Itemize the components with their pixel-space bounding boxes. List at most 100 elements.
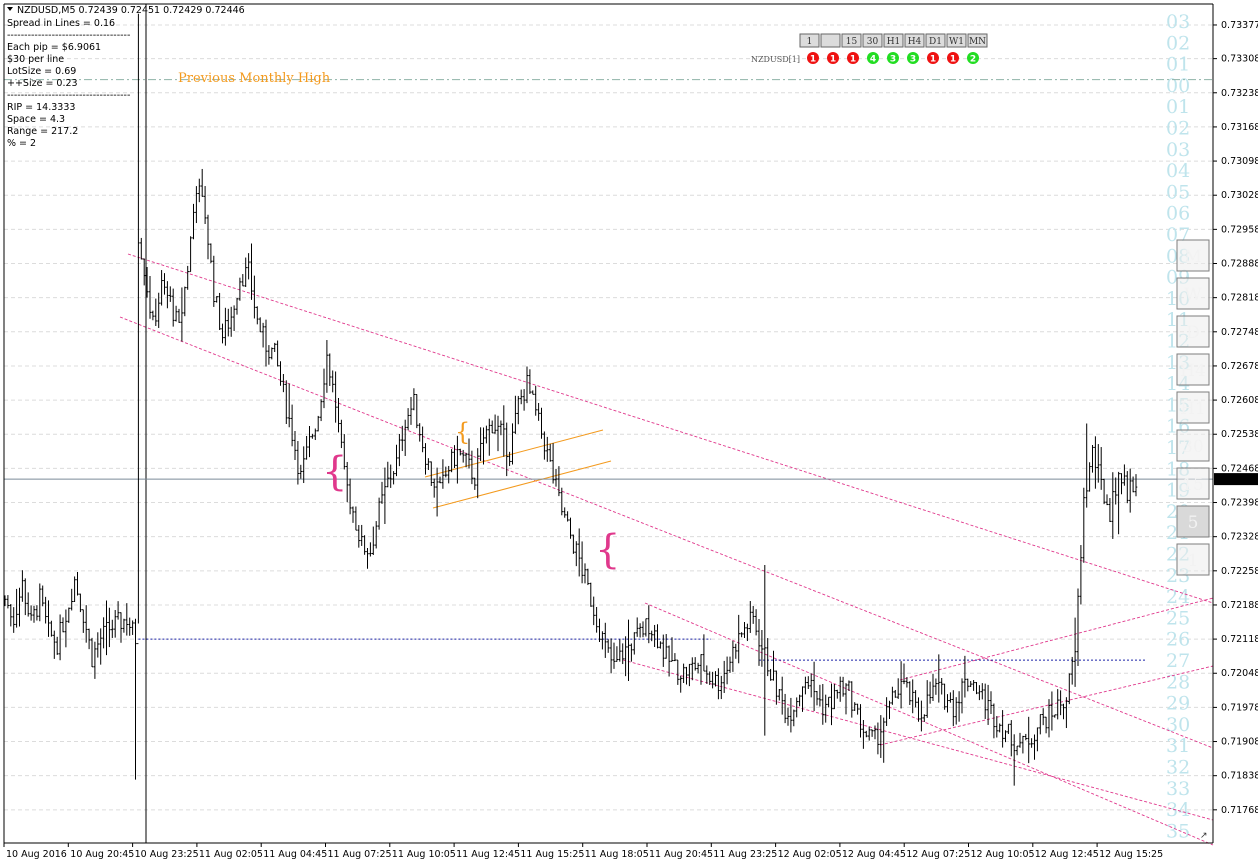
tf-button-label: W1	[949, 37, 964, 47]
level-number: 02	[1166, 32, 1190, 54]
x-tick-label: 11 Aug 23:25	[713, 849, 777, 860]
y-tick-label: 0.73028	[1221, 190, 1258, 201]
level-number: 02	[1166, 118, 1190, 140]
x-tick-label: 11 Aug 18:05	[585, 849, 649, 860]
side-tf-button-h4[interactable]: H4	[1176, 353, 1210, 386]
signal-value: 3	[890, 55, 896, 65]
chart-shift-icon: ↗	[1200, 831, 1208, 841]
signal-value: 4	[870, 55, 876, 65]
price-chart[interactable]: 0302010001020304050607080910111213141516…	[0, 0, 1258, 865]
y-tick-label: 0.72048	[1221, 668, 1258, 679]
tf-button[interactable]: 15	[841, 33, 862, 48]
tf-button-label: D1	[929, 37, 942, 47]
level-number: 30	[1166, 714, 1190, 736]
y-tick-label: 0.72468	[1221, 463, 1258, 474]
signal-value: 1	[930, 55, 936, 65]
tf-button[interactable]: 30	[862, 33, 883, 48]
side-button-label: H1	[1180, 399, 1206, 419]
tf-button-label: H1	[887, 37, 901, 47]
side-button-label: 30	[1182, 437, 1204, 457]
signal-value: 1	[830, 55, 836, 65]
side-button-label: D	[1186, 323, 1200, 343]
x-tick-label: 11 Aug 07:25	[328, 849, 392, 860]
x-tick-label: 12 Aug 15:25	[1099, 849, 1163, 860]
level-number: 32	[1166, 757, 1190, 779]
current-price-label: 0.72446	[1217, 475, 1256, 486]
tf-button-label: 1	[807, 37, 813, 47]
side-tf-button-m[interactable]: M	[1176, 239, 1210, 272]
level-number: 06	[1166, 203, 1190, 225]
info-line: ++Size = 0.23	[7, 78, 78, 89]
y-tick-label: 0.71768	[1221, 805, 1258, 816]
y-tick-label: 0.72888	[1221, 259, 1258, 270]
level-number: 27	[1166, 650, 1190, 672]
info-line: LotSize = 0.69	[7, 66, 76, 77]
y-tick-label: 0.72958	[1221, 224, 1258, 235]
x-tick-label: 11 Aug 12:45	[456, 849, 520, 860]
side-tf-button-h1[interactable]: H1	[1176, 391, 1210, 424]
signal-value: 1	[810, 55, 816, 65]
side-button-label: M	[1184, 247, 1201, 267]
brace-marker: {	[595, 527, 620, 573]
side-tf-button-15[interactable]: 15	[1176, 467, 1210, 500]
level-number: 01	[1166, 54, 1190, 76]
y-tick-label: 0.72748	[1221, 327, 1258, 338]
level-number: 33	[1166, 778, 1190, 800]
x-tick-label: 12 Aug 04:45	[842, 849, 906, 860]
side-tf-button-d[interactable]: D	[1176, 315, 1210, 348]
side-button-label: 5	[1188, 513, 1199, 533]
side-button-label: 15	[1182, 475, 1204, 495]
tf-button-label: 15	[846, 37, 858, 47]
x-tick-label: 10 Aug 23:25	[135, 849, 199, 860]
level-numbers: 0302010001020304050607080910111213141516…	[1166, 11, 1190, 842]
level-number: 00	[1166, 75, 1190, 97]
side-button-label: W	[1184, 285, 1202, 305]
level-number: 35	[1166, 820, 1190, 842]
level-number: 29	[1166, 693, 1190, 715]
info-line: $30 per line	[7, 54, 64, 65]
side-tf-button-w[interactable]: W	[1176, 277, 1210, 310]
y-tick-label: 0.72188	[1221, 600, 1258, 611]
info-line: Each pip = $6.9061	[7, 42, 101, 53]
monthly-high-label: Previous Monthly High	[178, 71, 331, 86]
signal-value: 1	[850, 55, 856, 65]
y-tick-label: 0.72608	[1221, 395, 1258, 406]
tf-button-label: H4	[908, 37, 922, 47]
side-tf-button-5[interactable]: 5	[1176, 505, 1210, 538]
brace-marker: {	[455, 418, 470, 446]
y-tick-label: 0.72118	[1221, 634, 1258, 645]
y-tick-label: 0.73168	[1221, 122, 1258, 133]
y-tick-label: 0.71838	[1221, 771, 1258, 782]
info-line: Space = 4.3	[7, 114, 65, 125]
tf-button[interactable]	[820, 33, 841, 48]
x-tick-label: 11 Aug 15:25	[520, 849, 584, 860]
level-number: 25	[1166, 607, 1190, 629]
tf-button-label: 30	[867, 37, 879, 47]
level-number: 05	[1166, 181, 1190, 203]
tf-button[interactable]: D1	[925, 33, 946, 48]
info-line: ------------------------------------	[7, 90, 130, 101]
signal-value: 1	[950, 55, 956, 65]
tf-button[interactable]: H4	[904, 33, 925, 48]
y-tick-label: 0.73377	[1221, 20, 1258, 31]
chart-header: NZDUSD,M5 0.72439 0.72451 0.72429 0.7244…	[7, 5, 245, 16]
y-tick-label: 0.71908	[1221, 737, 1258, 748]
side-tf-button-1[interactable]: 1	[1176, 543, 1210, 576]
side-tf-button-30[interactable]: 30	[1176, 429, 1210, 462]
tf-button[interactable]: 1	[799, 33, 820, 48]
x-tick-label: 12 Aug 12:45	[1035, 849, 1099, 860]
y-tick-label: 0.72538	[1221, 429, 1258, 440]
tf-button[interactable]: W1	[946, 33, 967, 48]
level-number: 01	[1166, 96, 1190, 118]
x-tick-label: 11 Aug 04:45	[263, 849, 327, 860]
y-tick-label: 0.72678	[1221, 361, 1258, 372]
info-line: % = 2	[7, 138, 36, 149]
tf-button[interactable]: H1	[883, 33, 904, 48]
level-number: 03	[1166, 11, 1190, 33]
timeframe-side-buttons[interactable]: MWD H4 H1 30 15 5 1	[1176, 239, 1210, 576]
tf-button[interactable]: MN	[967, 33, 988, 48]
info-line: Range = 217.2	[7, 126, 78, 137]
info-line: Spread in Lines = 0.16	[7, 18, 115, 29]
tf-button-box[interactable]	[820, 33, 841, 48]
signal-value: 3	[910, 55, 916, 65]
